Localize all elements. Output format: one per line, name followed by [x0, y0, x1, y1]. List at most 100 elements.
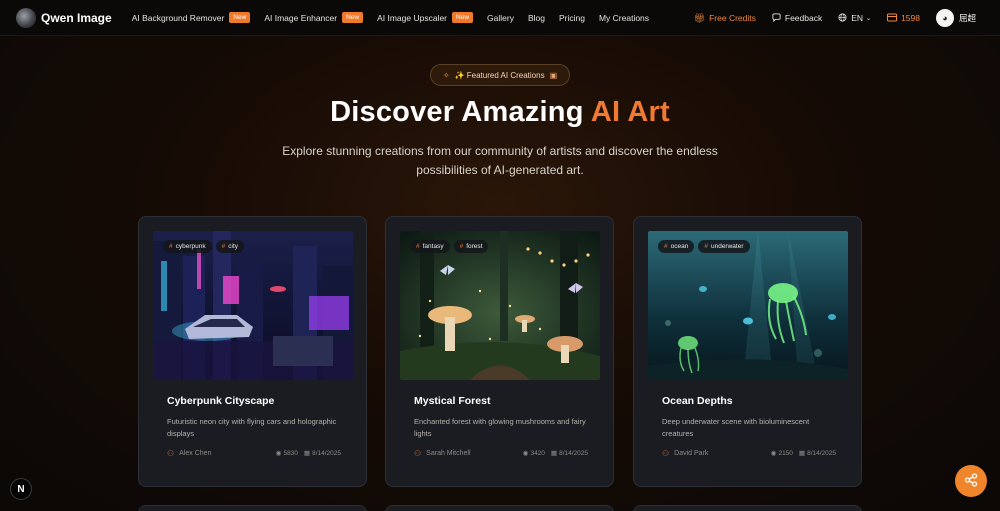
card-meta: ⚇ Alex Chen ◉ 5830 ▦ 8/14/2025 — [167, 449, 341, 459]
hash-icon: # — [416, 243, 420, 250]
nav-link-image-enhancer[interactable]: AI Image Enhancer New — [264, 12, 364, 23]
chevron-down-icon: ⌄ — [866, 15, 872, 22]
nav-link-blog[interactable]: Blog — [528, 13, 545, 23]
credits-value: 1598 — [901, 13, 920, 23]
globe-icon — [838, 12, 847, 24]
wallet-icon — [887, 13, 898, 24]
view-count: 3420 — [530, 449, 545, 457]
tag[interactable]: # ocean — [658, 240, 695, 253]
tag[interactable]: # underwater — [698, 240, 750, 253]
feedback-button[interactable]: Feedback — [772, 12, 823, 24]
card-meta: ⚇ David Park ◉ 2150 ▦ 8/14/2025 — [662, 449, 836, 459]
card-date: 8/14/2025 — [312, 449, 341, 457]
title-accent: AI Art — [590, 96, 670, 128]
card-image: # fantasy # forest — [400, 231, 600, 380]
tag-label: cyberpunk — [175, 243, 206, 250]
new-badge: New — [342, 12, 364, 23]
credits-balance[interactable]: 1598 — [887, 13, 920, 24]
free-credits-label: Free Credits — [709, 13, 756, 23]
card-title: Ocean Depths — [662, 395, 733, 407]
nav-link-pricing[interactable]: Pricing — [559, 13, 585, 23]
calendar-icon: ▦ — [303, 450, 311, 457]
card-author: ⚇ David Park — [662, 449, 708, 458]
gift-icon: 🎁︎ — [693, 12, 706, 23]
nav-right: 🎁︎ Free Credits Feedback EN ⌄ 1598 ◕ 屈超 — [694, 0, 1000, 36]
view-count: 5830 — [283, 449, 298, 457]
tag-label: forest — [466, 243, 483, 250]
nav-link-label: AI Image Upscaler — [377, 12, 448, 23]
tag-label: fantasy — [422, 243, 444, 250]
gallery-card[interactable]: # ocean # underwater Ocean Depths Deep und… — [633, 216, 862, 487]
card-author: ⚇ Alex Chen — [167, 449, 211, 458]
title-main: Discover Amazing — [330, 96, 591, 128]
tag-list: # ocean # underwater — [658, 240, 754, 253]
user-avatar-icon: ◕ — [942, 13, 948, 23]
featured-pill: ✧ ✨ Featured AI Creations ▣ — [430, 64, 570, 86]
card-stats: ◉ 3420 ▦ 8/14/2025 — [522, 449, 588, 458]
card-date: 8/14/2025 — [807, 449, 836, 457]
gallery-card[interactable]: # cyberpunk # city Cyberpunk Cityscape Fut… — [138, 216, 367, 487]
nav-link-background-remover[interactable]: AI Background Remover New — [132, 12, 251, 23]
author-name: Sarah Mitchell — [426, 450, 471, 457]
tag-list: # fantasy # forest — [410, 240, 492, 253]
nav-link-gallery[interactable]: Gallery — [487, 13, 514, 23]
free-credits-button[interactable]: 🎁︎ Free Credits — [694, 13, 756, 24]
feedback-label: Feedback — [784, 13, 823, 23]
eye-icon: ◉ — [275, 450, 282, 457]
language-selector[interactable]: EN ⌄ — [838, 12, 872, 24]
card-title: Cyberpunk Cityscape — [167, 395, 275, 407]
gallery-card[interactable]: # fantasy # forest Mystical Forest Enchant… — [385, 216, 614, 487]
dev-tools-button[interactable]: N — [10, 478, 32, 500]
user-name[interactable]: 屈超 — [959, 12, 976, 24]
hash-icon: # — [664, 243, 668, 250]
card-title: Mystical Forest — [414, 395, 491, 407]
page-title: Discover Amazing AI Art — [0, 96, 1000, 129]
hash-icon: # — [169, 243, 173, 250]
nav-link-my-creations[interactable]: My Creations — [599, 13, 649, 23]
chat-bubble-icon — [772, 12, 781, 24]
share-button[interactable] — [955, 465, 987, 497]
image-icon: ▣ — [549, 70, 558, 80]
brand-name: Qwen Image — [41, 10, 112, 25]
tag[interactable]: # forest — [453, 240, 489, 253]
gallery-card-partial[interactable] — [633, 505, 862, 511]
card-image: # cyberpunk # city — [153, 231, 353, 380]
card-stats: ◉ 5830 ▦ 8/14/2025 — [275, 449, 341, 458]
gallery-card-partial[interactable] — [385, 505, 614, 511]
card-image: # ocean # underwater — [648, 231, 848, 380]
tag-label: ocean — [670, 243, 689, 250]
nav-links: AI Background Remover New AI Image Enhan… — [132, 12, 663, 23]
brand-link[interactable]: Qwen Image — [16, 7, 112, 28]
hash-icon: # — [221, 243, 226, 250]
sparkle-icon: ✧ — [442, 70, 450, 80]
new-badge: New — [452, 12, 474, 23]
hash-icon: # — [704, 243, 708, 250]
avatar[interactable]: ◕ — [935, 9, 954, 27]
page-subtitle: Explore stunning creations from our comm… — [282, 144, 718, 177]
tag[interactable]: # fantasy — [410, 240, 450, 253]
share-icon — [964, 472, 978, 490]
author-name: David Park — [674, 450, 709, 457]
tag-label: city — [228, 243, 238, 250]
tag-list: # cyberpunk # city — [163, 240, 248, 253]
card-stats: ◉ 2150 ▦ 8/14/2025 — [771, 449, 836, 458]
nav-link-image-upscaler[interactable]: AI Image Upscaler New — [377, 12, 474, 23]
tag[interactable]: # cyberpunk — [163, 240, 212, 253]
card-author: ⚇ Sarah Mitchell — [414, 449, 471, 458]
eye-icon: ◉ — [522, 450, 529, 457]
user-icon: ⚇ — [167, 449, 175, 458]
card-meta: ⚇ Sarah Mitchell ◉ 3420 ▦ 8/14/2025 — [414, 449, 588, 459]
nav-link-label: AI Image Enhancer — [264, 12, 338, 23]
tag-label: underwater — [710, 243, 744, 250]
card-date: 8/14/2025 — [559, 449, 588, 457]
card-description: Enchanted forest with glowing mushrooms … — [414, 417, 586, 438]
new-badge: New — [229, 12, 251, 23]
featured-pill-label: ✨ Featured AI Creations — [454, 70, 545, 80]
author-name: Alex Chen — [179, 450, 212, 457]
gallery-card-partial[interactable] — [138, 505, 367, 511]
top-navbar: Qwen Image AI Background Remover New AI … — [0, 0, 1000, 36]
qwen-logo-icon — [16, 7, 36, 28]
view-count: 2150 — [778, 449, 793, 457]
n-logo-icon: N — [17, 483, 25, 495]
tag[interactable]: # city — [215, 240, 244, 253]
